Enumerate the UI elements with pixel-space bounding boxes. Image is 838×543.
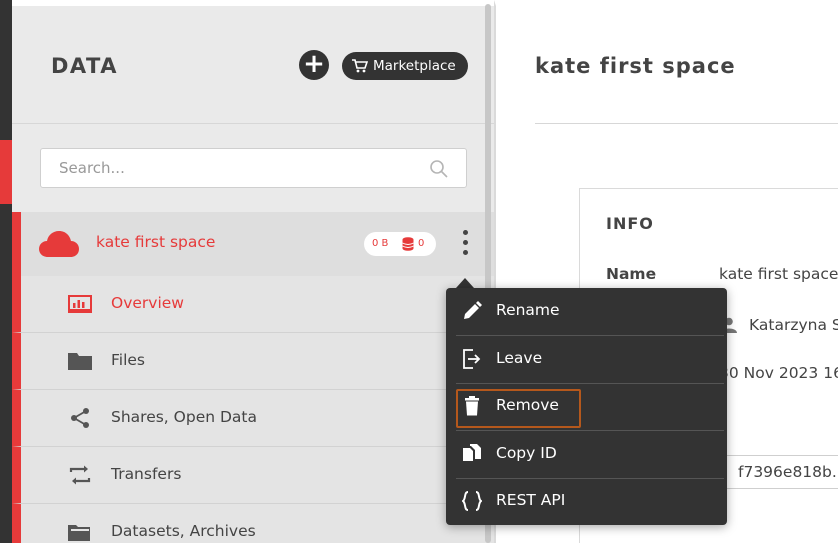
leave-icon [463,349,481,369]
nav-label-shares: Shares, Open Data [111,408,257,426]
space-size: 0 B [372,238,389,249]
menu-label-copy-id: Copy ID [496,444,557,462]
pencil-icon [464,301,482,319]
info-name-value: kate first space [719,265,838,283]
cloud-icon [39,231,79,257]
database-icon [402,237,414,251]
braces-icon [462,491,482,511]
space-usage-badge: 0 B 0 [364,232,436,256]
info-heading: INFO [606,214,654,233]
marketplace-button[interactable]: Marketplace [342,52,468,80]
search-icon [430,160,448,178]
page-title: kate first space [535,54,736,78]
data-sidebar: DATA + Marketplace kate first s [12,0,494,543]
space-context-menu: Rename Leave Remove Copy ID REST API [446,288,727,525]
main-menu-active-item[interactable] [0,140,12,204]
menu-item-leave[interactable]: Leave [446,336,727,383]
transfers-icon [69,465,91,485]
menu-label-rename: Rename [496,301,560,319]
menu-label-leave: Leave [496,349,543,367]
search-input[interactable] [41,149,421,187]
space-name: kate first space [96,233,216,251]
nav-item-transfers[interactable]: Transfers [12,447,494,504]
search-box [40,148,467,188]
menu-item-remove[interactable]: Remove [446,383,727,430]
nav-item-overview[interactable]: Overview [12,276,494,333]
menu-item-copy-id[interactable]: Copy ID [446,431,727,478]
copy-icon [463,444,481,461]
nav-item-files[interactable]: Files [12,333,494,390]
menu-label-rest-api: REST API [496,491,566,509]
info-id-field[interactable]: f7396e818b. [725,455,838,489]
trash-icon [465,396,479,416]
cart-icon [352,59,368,73]
info-name-label: Name [606,265,657,283]
main-menu-rail [0,0,12,543]
nav-label-datasets: Datasets, Archives [111,522,256,540]
info-date-value: 30 Nov 2023 16 [719,364,838,382]
datasets-icon [68,525,90,541]
overview-icon [68,295,92,313]
sidebar-header: DATA + Marketplace [12,6,494,124]
nav-label-overview: Overview [111,294,184,312]
nav-item-shares[interactable]: Shares, Open Data [12,390,494,447]
menu-label-remove: Remove [496,396,559,414]
context-menu-arrow [456,278,474,288]
nav-label-transfers: Transfers [111,465,182,483]
add-space-button[interactable]: + [299,50,329,80]
menu-item-rest-api[interactable]: REST API [446,478,727,525]
space-count: 0 [418,238,425,249]
app-root: DATA + Marketplace kate first s [0,0,838,543]
title-divider [535,123,838,124]
menu-item-rename[interactable]: Rename [446,288,727,335]
nav-label-files: Files [111,351,146,369]
space-item-kate-first-space[interactable]: kate first space 0 B 0 [12,212,494,276]
share-icon [71,408,89,428]
folder-icon [68,353,92,370]
sidebar-title: DATA [51,54,119,78]
info-owner-value: Katarzyna S [749,316,838,334]
space-menu-icon[interactable] [461,230,469,258]
nav-item-datasets[interactable]: Datasets, Archives [12,504,494,543]
marketplace-label: Marketplace [373,58,456,74]
